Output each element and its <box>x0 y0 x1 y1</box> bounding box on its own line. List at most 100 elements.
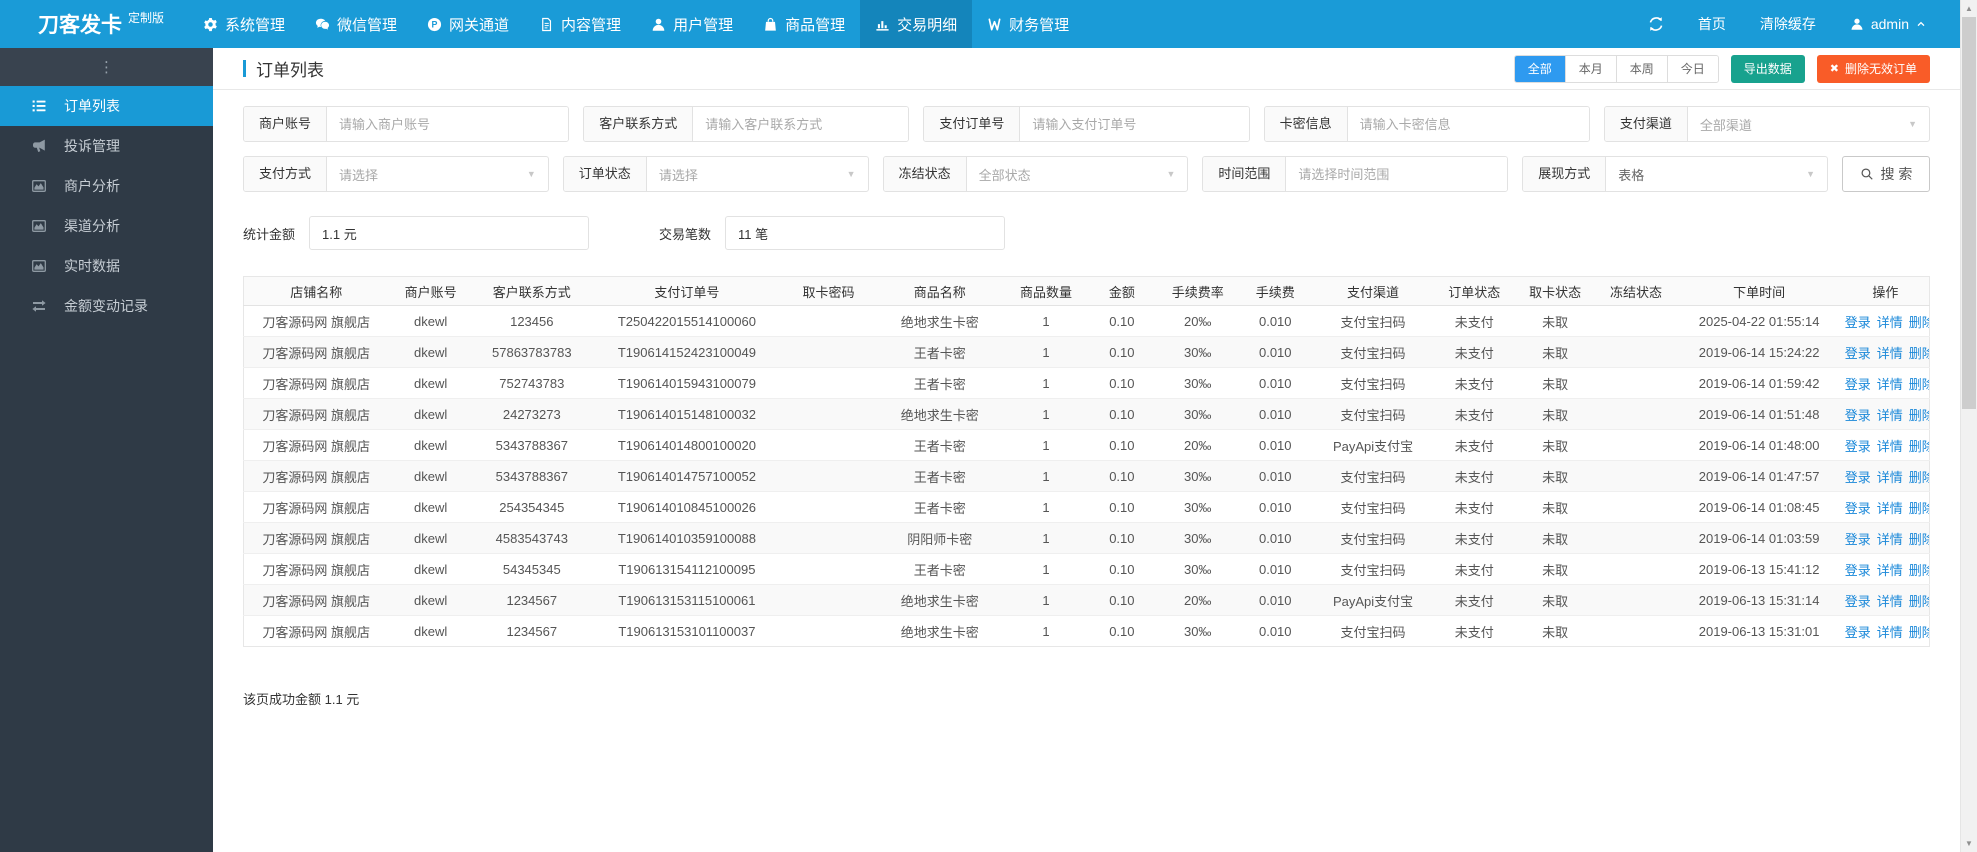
range-tab-month[interactable]: 本月 <box>1564 55 1616 82</box>
top-menu-item-goods[interactable]: 商品管理 <box>748 0 860 48</box>
search-button[interactable]: 搜 索 <box>1842 156 1930 192</box>
table-row: 刀客源码网 旗舰店 dkewl 4583543743 T190614010359100… <box>243 522 1930 554</box>
sidebar-item-complaints[interactable]: 投诉管理 <box>0 126 213 166</box>
action-delete[interactable]: 删除 <box>1909 501 1930 516</box>
action-delete[interactable]: 删除 <box>1909 439 1930 454</box>
cell-card-pwd <box>783 584 875 616</box>
action-delete[interactable]: 删除 <box>1909 377 1930 392</box>
sidebar-item-realtime-data[interactable]: 实时数据 <box>0 246 213 286</box>
top-menu-item-label: 系统管理 <box>225 16 286 34</box>
app-logo[interactable]: 刀客发卡 定制版 <box>0 0 188 48</box>
cell-account: dkewl <box>388 584 473 616</box>
clear-cache-link[interactable]: 清除缓存 <box>1760 14 1816 34</box>
sidebar-item-balance-log[interactable]: 金额变动记录 <box>0 286 213 326</box>
range-tab-today[interactable]: 今日 <box>1666 55 1718 82</box>
filter-pay-method-select[interactable]: 请选择 <box>327 157 527 191</box>
cell-channel: 支付宝扫码 <box>1312 367 1434 399</box>
cell-contact: 752743783 <box>472 367 591 399</box>
cell-actions: 登录详情删除 <box>1841 522 1930 554</box>
action-delete[interactable]: 删除 <box>1909 470 1930 485</box>
action-login[interactable]: 登录 <box>1845 439 1871 454</box>
filter-customer-contact-label: 客户联系方式 <box>584 107 694 141</box>
refresh-icon[interactable] <box>1648 16 1664 32</box>
cell-amount: 0.10 <box>1086 584 1158 616</box>
action-detail[interactable]: 详情 <box>1877 625 1903 640</box>
action-detail[interactable]: 详情 <box>1877 501 1903 516</box>
action-login[interactable]: 登录 <box>1845 501 1871 516</box>
action-login[interactable]: 登录 <box>1845 594 1871 609</box>
filter-card-info-input[interactable] <box>1347 107 1589 141</box>
action-login[interactable]: 登录 <box>1845 563 1871 578</box>
home-link[interactable]: 首页 <box>1698 14 1726 34</box>
action-delete[interactable]: 删除 <box>1909 563 1930 578</box>
cell-order-no: T190613154112100095 <box>590 553 783 585</box>
action-login[interactable]: 登录 <box>1845 532 1871 547</box>
sidebar-item-orders[interactable]: 订单列表 <box>0 86 213 126</box>
filter-display-mode-select[interactable]: 表格 <box>1606 157 1806 191</box>
filter-pay-order-no-input[interactable] <box>1020 107 1249 141</box>
range-tab-week[interactable]: 本周 <box>1615 55 1667 82</box>
filter-order-status-select[interactable]: 请选择 <box>647 157 847 191</box>
cell-channel: 支付宝扫码 <box>1312 491 1434 523</box>
action-login[interactable]: 登录 <box>1845 408 1871 423</box>
action-detail[interactable]: 详情 <box>1877 408 1903 423</box>
action-detail[interactable]: 详情 <box>1877 315 1903 330</box>
scrollbar-up-button[interactable]: ▲ <box>1961 0 1977 17</box>
user-menu[interactable]: admin <box>1850 16 1926 32</box>
action-delete[interactable]: 删除 <box>1909 315 1930 330</box>
export-data-button[interactable]: 导出数据 <box>1730 54 1805 83</box>
action-detail[interactable]: 详情 <box>1877 563 1903 578</box>
filter-order-status-label: 订单状态 <box>563 157 647 191</box>
cell-account: dkewl <box>388 522 473 554</box>
top-menu-item-system[interactable]: 系统管理 <box>188 0 300 48</box>
top-menu-item-trades[interactable]: 交易明细 <box>860 0 973 48</box>
more-dots-icon[interactable]: ⋮ <box>0 48 213 86</box>
action-detail[interactable]: 详情 <box>1877 439 1903 454</box>
action-delete[interactable]: 删除 <box>1909 408 1930 423</box>
sidebar-item-label: 投诉管理 <box>64 138 120 154</box>
action-login[interactable]: 登录 <box>1845 470 1871 485</box>
filter-freeze-status-select[interactable]: 全部状态 <box>967 157 1167 191</box>
stats-count-box[interactable]: 11 笔 <box>725 216 1006 250</box>
top-menu-item-finance[interactable]: 财务管理 <box>972 0 1084 48</box>
cell-card-status: 未取 <box>1514 522 1596 554</box>
action-detail[interactable]: 详情 <box>1877 470 1903 485</box>
cell-order-no: T190614014757100052 <box>590 460 783 492</box>
top-menu-item-gateway[interactable]: P 网关通道 <box>412 0 524 48</box>
scrollbar-thumb[interactable] <box>1962 17 1976 409</box>
filter-row-1: 商户账号 客户联系方式 支付订单号 卡密信息 支付渠道全部渠道▼ <box>243 106 1931 142</box>
top-menu-item-users[interactable]: 用户管理 <box>636 0 748 48</box>
top-menu-item-content[interactable]: 内容管理 <box>524 0 636 48</box>
filter-pay-channel-select[interactable]: 全部渠道 <box>1688 107 1908 141</box>
stats-amount-box[interactable]: 1.1 元 <box>309 216 590 250</box>
action-login[interactable]: 登录 <box>1845 315 1871 330</box>
scrollbar-down-button[interactable]: ▼ <box>1961 835 1977 852</box>
action-detail[interactable]: 详情 <box>1877 377 1903 392</box>
cell-qty: 1 <box>1005 398 1087 430</box>
cell-account: dkewl <box>388 429 473 461</box>
action-login[interactable]: 登录 <box>1845 377 1871 392</box>
cell-contact: 123456 <box>472 305 591 337</box>
filter-customer-contact: 客户联系方式 <box>583 106 910 142</box>
action-login[interactable]: 登录 <box>1845 346 1871 361</box>
cell-contact: 4583543743 <box>472 522 591 554</box>
filter-merchant-account-input[interactable] <box>327 107 569 141</box>
filter-pay-channel-label: 支付渠道 <box>1604 107 1688 141</box>
action-detail[interactable]: 详情 <box>1877 594 1903 609</box>
action-delete[interactable]: 删除 <box>1909 594 1930 609</box>
sidebar-item-channel-analysis[interactable]: 渠道分析 <box>0 206 213 246</box>
delete-invalid-orders-button[interactable]: ✖ 删除无效订单 <box>1816 54 1930 83</box>
cell-qty: 1 <box>1005 336 1087 368</box>
sidebar-item-merchant-analysis[interactable]: 商户分析 <box>0 166 213 206</box>
range-tab-all[interactable]: 全部 <box>1514 55 1565 82</box>
stats-count-label: 交易笔数 <box>659 226 712 242</box>
action-login[interactable]: 登录 <box>1845 625 1871 640</box>
filter-customer-contact-input[interactable] <box>693 107 909 141</box>
action-detail[interactable]: 详情 <box>1877 346 1903 361</box>
action-delete[interactable]: 删除 <box>1909 625 1930 640</box>
filter-time-range-input[interactable] <box>1286 157 1508 191</box>
action-delete[interactable]: 删除 <box>1909 532 1930 547</box>
action-detail[interactable]: 详情 <box>1877 532 1903 547</box>
top-menu-item-wechat[interactable]: 微信管理 <box>300 0 412 48</box>
action-delete[interactable]: 删除 <box>1909 346 1930 361</box>
